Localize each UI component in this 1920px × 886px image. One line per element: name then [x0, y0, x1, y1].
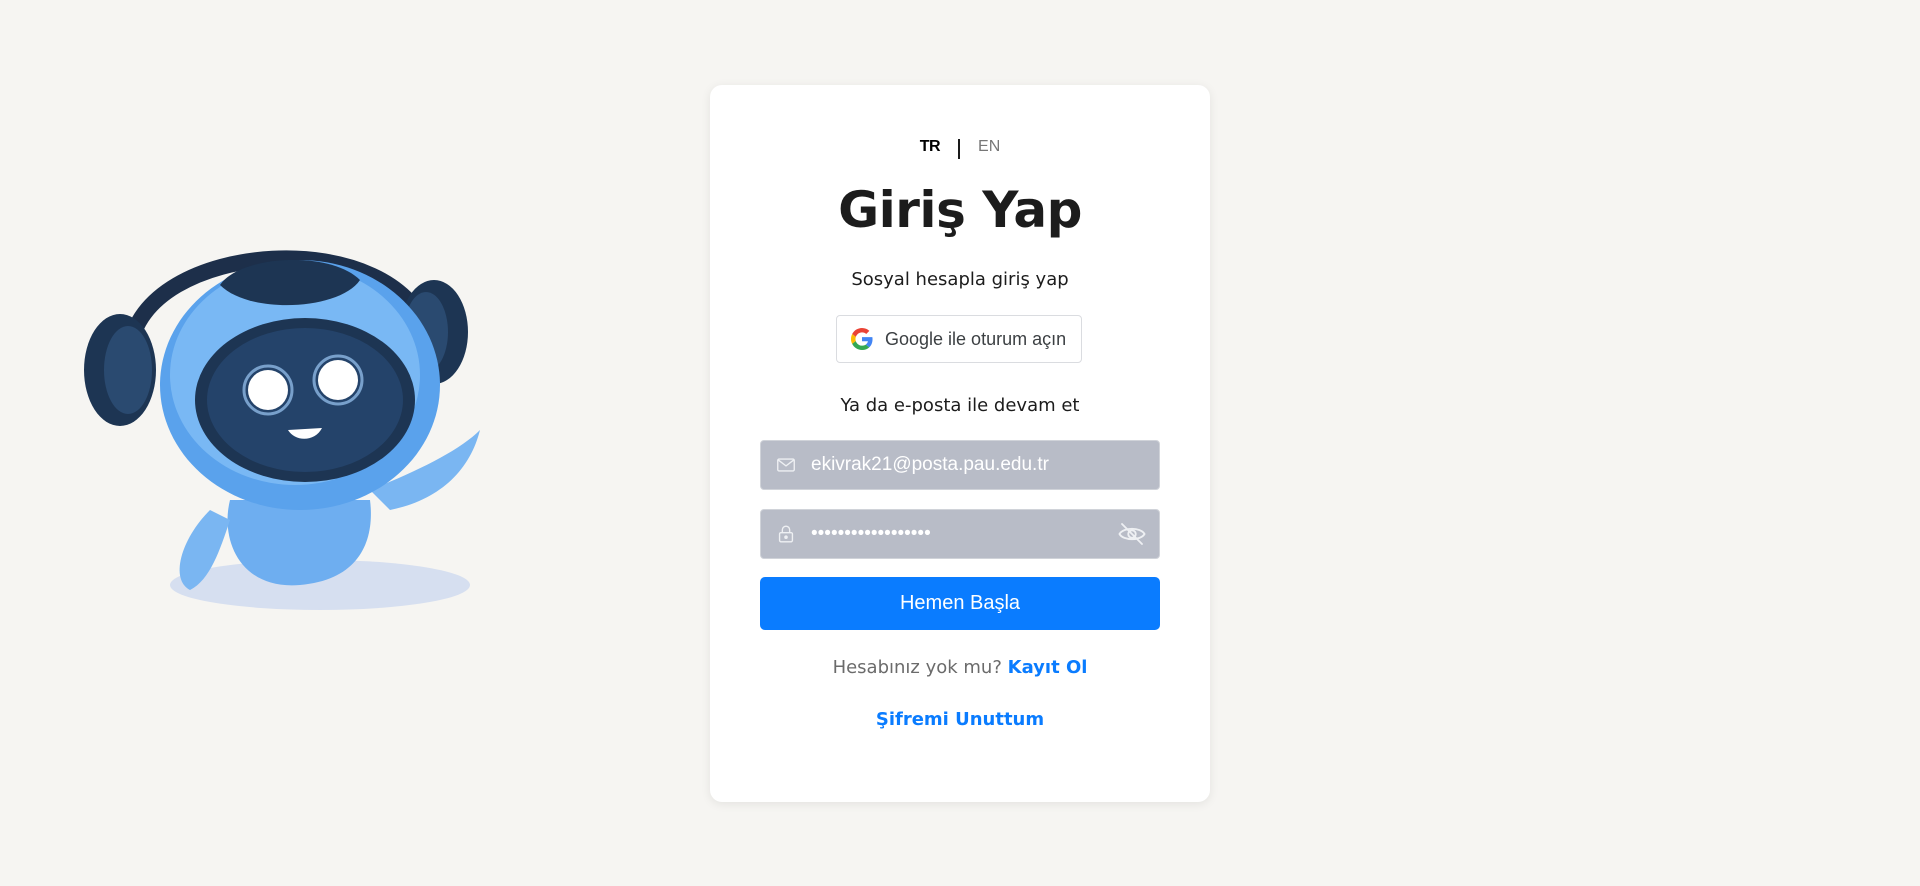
email-input[interactable]: [811, 454, 1159, 476]
login-card: TR EN Giriş Yap Sosyal hesapla giriş yap…: [710, 85, 1210, 802]
no-account-text: Hesabınız yok mu?: [832, 657, 1002, 678]
page-title: Giriş Yap: [838, 181, 1082, 239]
language-switcher: TR EN: [710, 137, 1210, 159]
language-option-en[interactable]: EN: [978, 138, 1000, 156]
password-field-wrapper: [760, 509, 1160, 559]
forgot-password-wrapper: Şifremi Unuttum: [710, 709, 1210, 730]
signup-prompt: Hesabınız yok mu? Kayıt Ol: [710, 657, 1210, 678]
eye-off-icon[interactable]: [1117, 519, 1147, 549]
email-divider-text: Ya da e-posta ile devam et: [840, 395, 1080, 416]
lock-icon: [778, 525, 794, 543]
social-login-prompt: Sosyal hesapla giriş yap: [851, 269, 1069, 290]
forgot-password-link[interactable]: Şifremi Unuttum: [876, 709, 1044, 730]
robot-mascot-illustration: [84, 250, 480, 610]
google-logo-icon: [851, 328, 873, 350]
google-signin-label: Google ile oturum açın: [885, 328, 1067, 349]
password-input[interactable]: [811, 523, 1117, 545]
signup-link[interactable]: Kayıt Ol: [1008, 657, 1088, 678]
mail-icon: [777, 458, 795, 472]
language-option-tr[interactable]: TR: [920, 138, 941, 156]
email-field-wrapper: [760, 440, 1160, 490]
submit-login-button[interactable]: Hemen Başla: [760, 577, 1160, 630]
language-separator: [958, 139, 961, 159]
login-page: TR EN Giriş Yap Sosyal hesapla giriş yap…: [0, 0, 1920, 886]
google-signin-button[interactable]: Google ile oturum açın: [836, 315, 1082, 363]
